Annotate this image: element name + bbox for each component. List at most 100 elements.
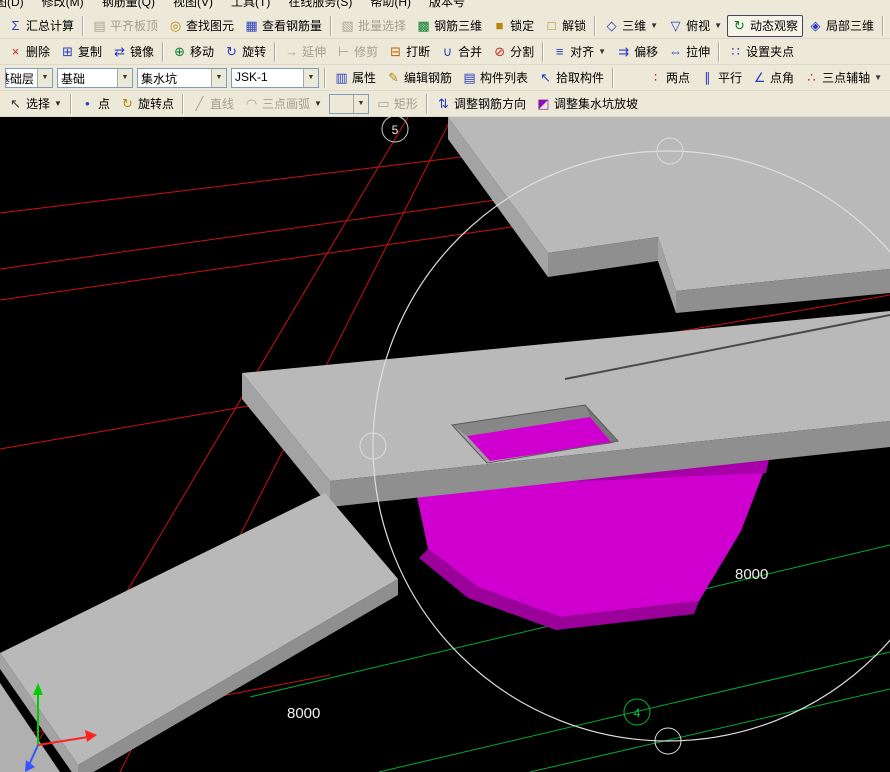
point-angle-button[interactable]: ∠ 点角 [747,67,799,89]
button-label: 延伸 [302,45,326,59]
top-view-dropdown[interactable]: ▽ 俯视 ▼ [663,15,727,37]
adjust-sump-slope-button[interactable]: ◩ 调整集水坑放坡 [531,93,643,115]
button-label: 设置夹点 [746,45,794,59]
toolbar-separator [82,16,84,36]
three-point-aux-axis-dropdown[interactable]: ∴ 三点辅轴 ▼ [799,67,887,89]
view-rebar-qty-button[interactable]: ▦ 查看钢筋量 [239,15,327,37]
button-label: 查看钢筋量 [262,19,322,33]
arc-mode-combo-dropdown-button[interactable]: ▼ [353,95,368,113]
split-button[interactable]: ⊘ 分割 [487,41,539,63]
rotate-button[interactable]: ↻ 旋转 [219,41,271,63]
dimension-label-bottom: 8000 [287,705,320,722]
button-label: 打断 [406,45,430,59]
pick-component-button[interactable]: ↖ 拾取构件 [533,67,609,89]
trim-button[interactable]: ⊢ 修剪 [331,41,383,63]
viewport-canvas[interactable]: 5 4 8000 8000 [0,117,890,772]
break-button[interactable]: ⊟ 打断 [383,41,435,63]
button-label: 批量选择 [358,19,406,33]
view-3d-dropdown[interactable]: ◇ 三维 ▼ [599,15,663,37]
find-element-button[interactable]: ◎ 查找图元 [163,15,239,37]
view-3d-icon: ◇ [604,18,619,33]
category-combo[interactable]: 基础▼ [57,68,133,88]
button-label: 属性 [352,71,376,85]
component-name-combo[interactable]: JSK-1 ▼ [231,68,319,88]
chevron-down-icon: ▼ [216,74,223,81]
menu-item-online-service[interactable]: 在线服务(S) [279,0,361,10]
button-label: 三点画弧 [262,97,310,111]
properties-button[interactable]: ▥ 属性 [329,67,381,89]
button-label: 俯视 [686,19,710,33]
button-label: 旋转 [242,45,266,59]
break-icon: ⊟ [388,44,403,59]
menu-item-draw[interactable]: 绘图(D) [0,0,33,10]
merge-icon: ∪ [440,44,455,59]
extend-button[interactable]: → 延伸 [279,41,331,63]
unlock-button[interactable]: □ 解锁 [539,15,591,37]
button-label: 镜像 [130,45,154,59]
menu-item-view[interactable]: 视图(V) [164,0,222,10]
adjust-rebar-direction-button[interactable]: ⇅ 调整钢筋方向 [431,93,531,115]
button-label: 调整钢筋方向 [454,97,526,111]
component-type-combo-dropdown-button[interactable]: ▼ [211,69,226,87]
delete-button[interactable]: × 删除 [3,41,55,63]
stretch-button[interactable]: ⇔ 拉伸 [663,41,715,63]
trim-icon: ⊢ [336,44,351,59]
batch-select-icon: ▧ [340,18,355,33]
split-icon: ⊘ [492,44,507,59]
batch-select-button[interactable]: ▧ 批量选择 [335,15,411,37]
two-point-button[interactable]: ∶ 两点 [643,67,695,89]
component-list-button[interactable]: ▤ 构件列表 [457,67,533,89]
component-name-combo-value: JSK-1 [232,69,303,87]
component-type-combo[interactable]: 集水坑▼ [137,68,227,88]
chevron-down-icon: ▼ [308,74,315,81]
toolbar-main: Σ 汇总计算 ▤ 平齐板顶 ◎ 查找图元 ▦ 查看钢筋量 ▧ 批量选择 ▩ [0,13,890,39]
rotate-point-button[interactable]: ↻ 旋转点 [115,93,179,115]
lock-icon: ■ [492,18,507,33]
lock-button[interactable]: ■ 锁定 [487,15,539,37]
arc-mode-combo[interactable]: ▼ [329,94,369,114]
orbit-icon: ↻ [732,18,747,33]
parallel-button[interactable]: ∥ 平行 [695,67,747,89]
three-point-aux-axis-icon: ∴ [804,70,819,85]
pick-component-icon: ↖ [538,70,553,85]
line-button[interactable]: ╱ 直线 [187,93,239,115]
toolbar-separator [426,94,428,114]
align-dropdown[interactable]: ≡ 对齐 ▼ [547,41,611,63]
floor-combo-dropdown-button[interactable]: ▼ [37,69,52,87]
floor-combo[interactable]: 基础层▼ [5,68,53,88]
rebar-3d-button[interactable]: ▩ 钢筋三维 [411,15,487,37]
align-slab-top-button[interactable]: ▤ 平齐板顶 [87,15,163,37]
summarize-calc-icon: Σ [8,18,23,33]
toolbar-separator [70,94,72,114]
set-grips-button[interactable]: ∷ 设置夹点 [723,41,799,63]
line-icon: ╱ [192,96,207,111]
mirror-button[interactable]: ⇄ 镜像 [107,41,159,63]
menu-item-rebar-qty[interactable]: 钢筋量(Q) [93,0,164,10]
merge-button[interactable]: ∪ 合并 [435,41,487,63]
button-label: 点角 [770,71,794,85]
rectangle-button[interactable]: ▭ 矩形 [371,93,423,115]
menu-item-help[interactable]: 帮助(H) [361,0,420,10]
menu-item-version[interactable]: 版本号 [420,0,474,10]
properties-icon: ▥ [334,70,349,85]
three-point-arc-dropdown[interactable]: ◠ 三点画弧 ▼ [239,93,327,115]
button-label: 合并 [458,45,482,59]
chevron-down-icon: ▼ [54,99,62,108]
move-button[interactable]: ⊕ 移动 [167,41,219,63]
category-combo-dropdown-button[interactable]: ▼ [117,69,132,87]
dimension-label-right: 8000 [735,566,768,583]
orbit-button[interactable]: ↻ 动态观察 [727,15,803,37]
component-name-combo-dropdown-button[interactable]: ▼ [303,69,318,87]
select-dropdown[interactable]: ↖ 选择 ▼ [3,93,67,115]
viewport-3d[interactable]: 5 4 8000 8000 [0,117,890,772]
menu-item-modify[interactable]: 修改(M) [33,0,93,10]
point-button[interactable]: • 点 [75,93,115,115]
copy-button[interactable]: ⊞ 复制 [55,41,107,63]
edit-rebar-button[interactable]: ✎ 编辑钢筋 [381,67,457,89]
chevron-down-icon: ▼ [714,21,722,30]
local-3d-button[interactable]: ◈ 局部三维 [803,15,879,37]
offset-button[interactable]: ⇉ 偏移 [611,41,663,63]
summarize-calc-button[interactable]: Σ 汇总计算 [3,15,79,37]
chevron-down-icon: ▼ [122,74,129,81]
menu-item-tools[interactable]: 工具(T) [222,0,279,10]
